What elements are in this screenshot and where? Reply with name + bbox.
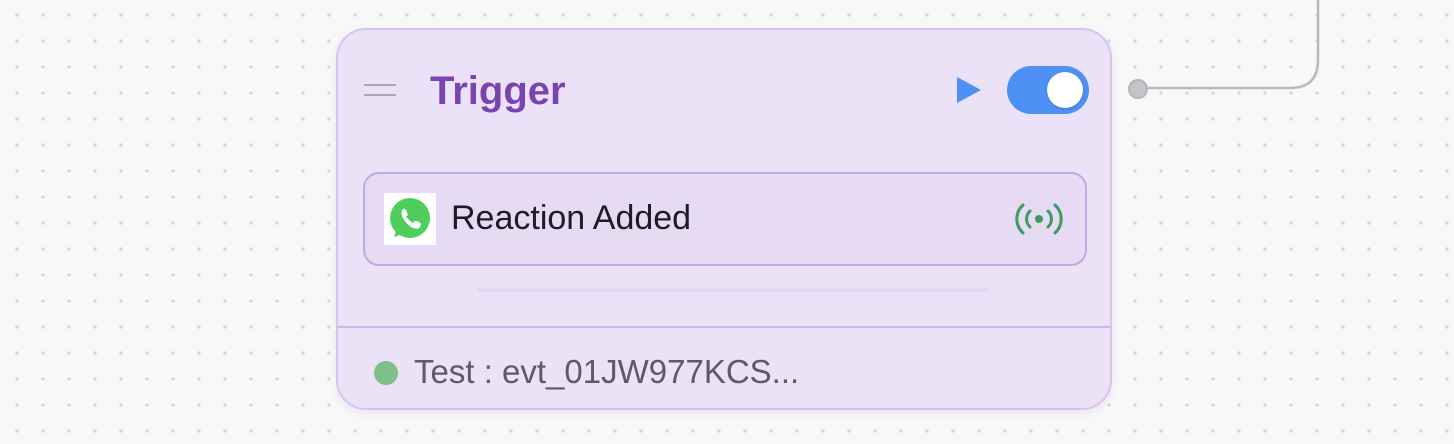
trigger-event-card[interactable]: Reaction Added — [363, 172, 1087, 266]
status-dot — [374, 361, 398, 385]
node-title: Trigger — [430, 69, 566, 113]
placeholder-line — [478, 288, 988, 292]
test-status-text[interactable]: Test : evt_01JW977KCS... — [414, 352, 799, 392]
toggle-knob — [1047, 72, 1083, 108]
whatsapp-icon — [384, 193, 436, 245]
node-divider — [338, 326, 1110, 328]
play-icon[interactable] — [954, 74, 984, 106]
enable-toggle[interactable] — [1007, 66, 1089, 114]
event-label: Reaction Added — [451, 199, 692, 237]
trigger-node[interactable]: Trigger Reaction Added Test : evt_01JW97… — [336, 28, 1112, 410]
node-output-handle[interactable] — [1128, 79, 1148, 99]
broadcast-signal-icon — [1015, 203, 1063, 235]
drag-handle-icon[interactable] — [364, 82, 396, 98]
